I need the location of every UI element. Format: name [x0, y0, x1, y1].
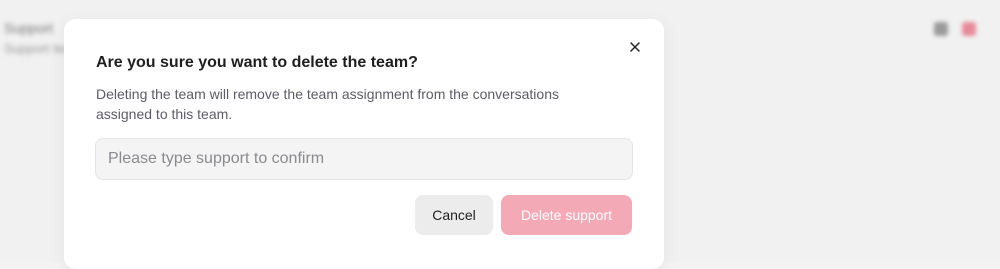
close-icon	[630, 42, 640, 52]
close-button[interactable]	[625, 37, 645, 57]
confirm-team-name-input[interactable]	[95, 138, 633, 180]
team-title: Support	[4, 20, 54, 36]
trash-icon	[962, 22, 976, 36]
dialog-description: Deleting the team will remove the team a…	[96, 86, 559, 122]
cancel-button[interactable]: Cancel	[415, 195, 493, 235]
delete-team-dialog: Are you sure you want to delete the team…	[64, 19, 664, 269]
dialog-title: Are you sure you want to delete the team…	[96, 54, 418, 71]
delete-team-button[interactable]: Delete support	[501, 195, 632, 235]
gear-icon	[934, 22, 948, 36]
